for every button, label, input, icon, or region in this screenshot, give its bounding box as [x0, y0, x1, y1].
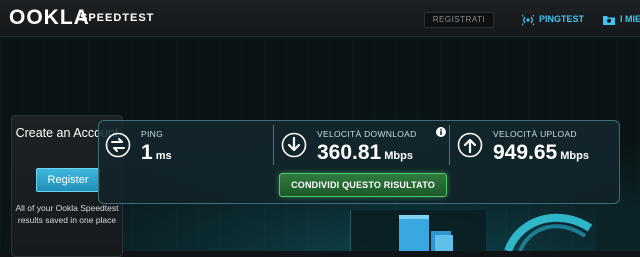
speedtest-wordmark[interactable]: SPEEDTEST — [80, 12, 154, 24]
folder-icon — [603, 16, 615, 26]
download-value: 360.81 — [317, 141, 382, 164]
ping-value: 1 — [141, 141, 153, 164]
upload-arrow-icon — [457, 132, 483, 158]
info-icon[interactable] — [436, 127, 446, 137]
upload-unit: Mbps — [560, 150, 589, 162]
download-metric: VELOCITÀ DOWNLOAD 360.81 Mbps — [275, 121, 447, 169]
metric-divider — [273, 125, 274, 165]
ping-unit: ms — [155, 150, 172, 162]
download-unit: Mbps — [384, 150, 413, 162]
register-top-button[interactable]: REGISTRATI — [424, 12, 494, 28]
register-button[interactable]: Register — [36, 168, 100, 192]
metric-divider — [449, 125, 450, 165]
nav-my-results-label: I MIEI — [620, 14, 640, 24]
speed-arc-graphic — [504, 208, 640, 251]
create-account-note: All of your Ookla Speedtest results save… — [15, 203, 119, 225]
bar-graphic — [399, 215, 453, 251]
nav-pingtest-label: PINGTEST — [539, 14, 585, 24]
share-result-button[interactable]: CONDIVIDI QUESTO RISULTATO — [279, 173, 447, 197]
download-value-wrap: 360.81 Mbps — [317, 141, 413, 165]
nav-my-results[interactable]: I MIEI — [603, 12, 640, 26]
ping-metric: PING 1 ms — [99, 121, 271, 169]
top-bar: OOKLA SPEEDTEST REGISTRATI PINGTEST I MI… — [0, 0, 640, 37]
download-arrow-icon — [281, 132, 307, 158]
results-card: PING 1 ms VELOCITÀ DOWNLOAD 360.81 Mbps VE… — [98, 120, 620, 204]
ping-arrows-icon — [105, 132, 131, 158]
ping-label: PING — [141, 129, 163, 139]
upload-metric: VELOCITÀ UPLOAD 949.65 Mbps — [451, 121, 619, 169]
download-label: VELOCITÀ DOWNLOAD — [317, 129, 417, 139]
upload-value-wrap: 949.65 Mbps — [493, 141, 589, 165]
nav-pingtest[interactable]: PINGTEST — [520, 12, 585, 26]
upload-value: 949.65 — [493, 141, 558, 164]
ping-value-wrap: 1 ms — [141, 141, 172, 165]
pingtest-icon — [520, 14, 536, 26]
ookla-logo[interactable]: OOKLA — [9, 6, 90, 30]
upload-label: VELOCITÀ UPLOAD — [493, 129, 577, 139]
